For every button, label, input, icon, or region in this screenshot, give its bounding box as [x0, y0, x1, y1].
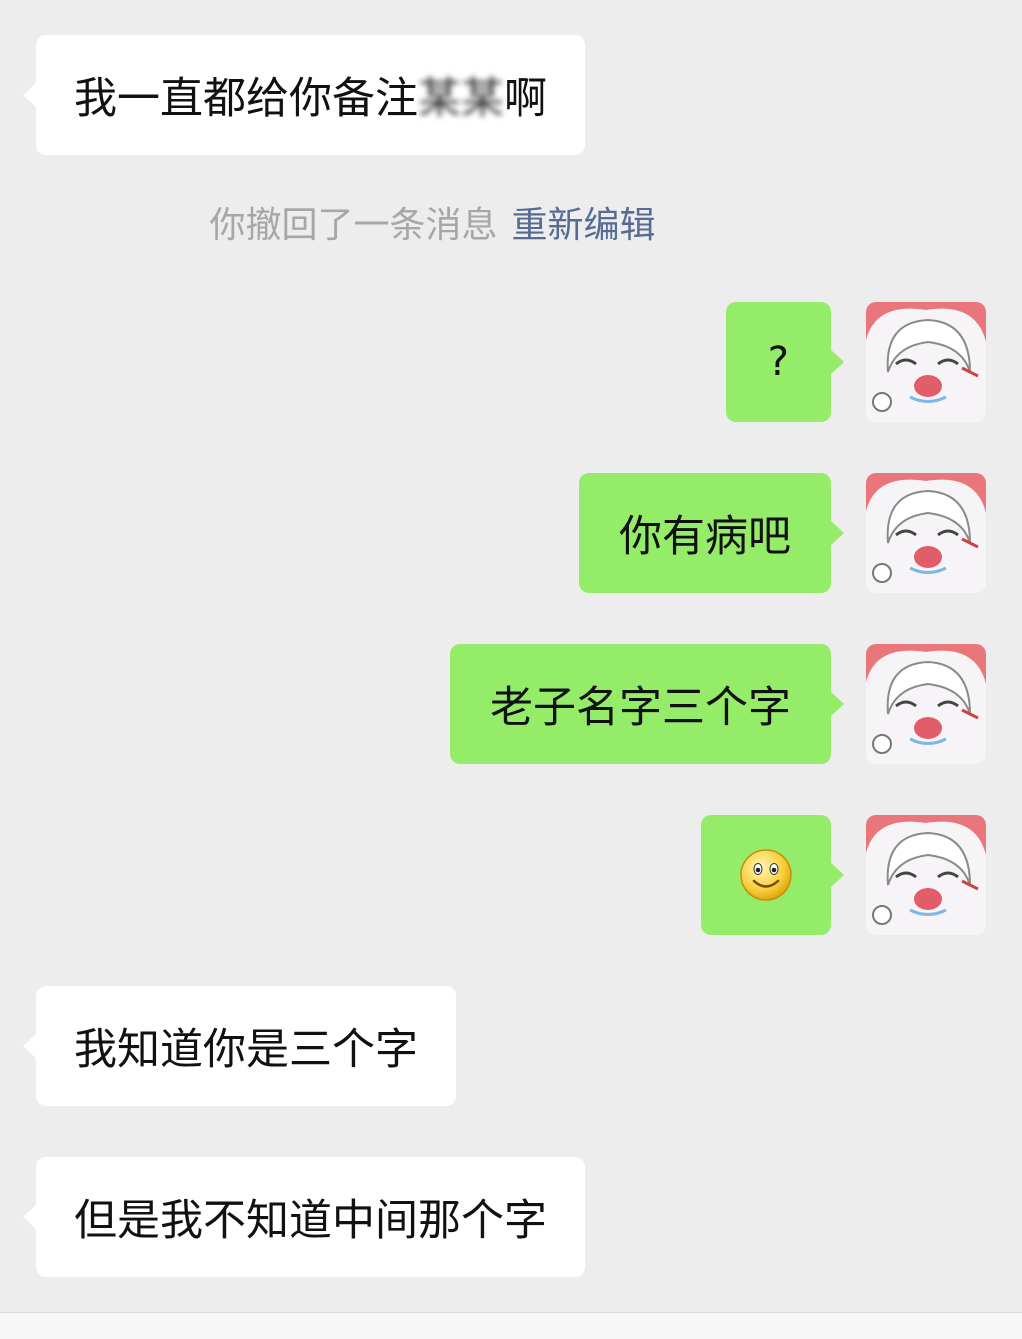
- anime-girl-avatar-icon: [866, 644, 986, 764]
- avatar[interactable]: [866, 815, 986, 935]
- incoming-message-bubble[interactable]: 我一直都给你备注 某某啊: [23, 35, 585, 155]
- outgoing-message-bubble[interactable]: 老子名字三个字: [450, 644, 844, 764]
- input-bar-edge: [0, 1312, 1022, 1339]
- avatar[interactable]: [866, 302, 986, 422]
- message-text: 但是我不知道中间那个字: [74, 1196, 547, 1246]
- outgoing-message-bubble[interactable]: [701, 815, 844, 935]
- avatar[interactable]: [866, 473, 986, 593]
- anime-girl-avatar-icon: [866, 815, 986, 935]
- outgoing-message-bubble[interactable]: 你有病吧: [579, 473, 844, 593]
- smiley-emoji-icon: [740, 849, 792, 901]
- anime-girl-avatar-icon: [866, 473, 986, 593]
- incoming-message-bubble[interactable]: 我知道你是三个字: [23, 986, 456, 1106]
- message-text: 你有病吧: [619, 512, 791, 562]
- outgoing-message-bubble[interactable]: ?: [725, 302, 845, 422]
- message-text: 我一直都给你备注: [74, 74, 418, 124]
- re-edit-link[interactable]: 重新编辑: [512, 205, 656, 246]
- message-text: 老子名字三个字: [490, 683, 791, 733]
- message-text: 我知道你是三个字: [74, 1025, 418, 1075]
- recall-notice-text: 你撤回了一条消息: [209, 205, 498, 246]
- redacted-name: 某某: [418, 74, 504, 124]
- avatar[interactable]: [866, 644, 986, 764]
- message-text: 啊: [504, 74, 547, 124]
- message-text: ?: [767, 339, 789, 385]
- anime-girl-avatar-icon: [866, 302, 986, 422]
- recall-notice: 你撤回了一条消息 重新编辑: [0, 196, 865, 248]
- incoming-message-bubble[interactable]: 但是我不知道中间那个字: [23, 1157, 585, 1277]
